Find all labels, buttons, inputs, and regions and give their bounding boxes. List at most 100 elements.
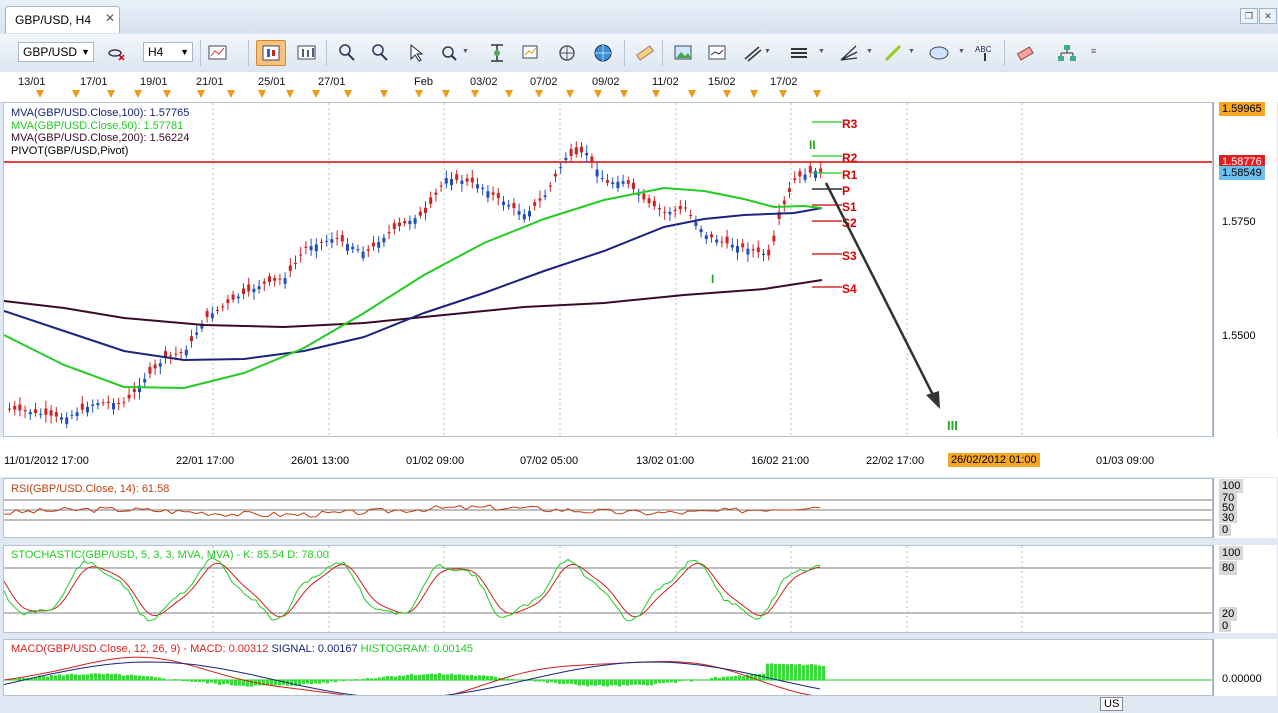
candle [569, 149, 573, 157]
macd-histogram-bar [66, 674, 69, 680]
wave-label: I [711, 272, 714, 286]
event-marker-icon[interactable] [779, 90, 787, 98]
stoch-tick: 20 [1219, 607, 1238, 621]
candle [517, 211, 521, 215]
fit-chart-icon[interactable] [486, 42, 508, 64]
candle [127, 394, 131, 399]
crosshair-icon[interactable] [556, 42, 578, 64]
chevron-down-icon[interactable]: ▼ [818, 48, 825, 55]
candle [80, 403, 84, 410]
close-window-icon[interactable]: ✕ [1259, 8, 1277, 24]
candle [273, 277, 277, 281]
symbol-tools-icon[interactable] [106, 42, 128, 64]
toolbar-separator [1004, 40, 1005, 66]
event-marker-icon[interactable] [505, 90, 513, 98]
event-marker-icon[interactable] [286, 90, 294, 98]
event-marker-icon[interactable] [594, 90, 602, 98]
event-marker-icon[interactable] [197, 90, 205, 98]
restore-icon[interactable]: ❐ [1240, 8, 1258, 24]
more-icon[interactable]: ≡ [1091, 46, 1096, 56]
pointer-icon[interactable] [405, 42, 427, 64]
chart-tab[interactable]: GBP/USD, H4 ✕ [5, 6, 120, 33]
candle [548, 185, 552, 187]
date-tick: 19/01 [140, 76, 168, 88]
candle [491, 192, 495, 195]
candle [34, 409, 37, 413]
event-marker-icon[interactable] [312, 90, 320, 98]
event-marker-icon[interactable] [750, 90, 758, 98]
candlestick-icon[interactable] [256, 40, 286, 66]
close-icon[interactable]: ✕ [105, 11, 115, 25]
event-marker-icon[interactable] [442, 90, 450, 98]
fan-icon[interactable] [838, 42, 860, 64]
macd-histogram-bar [462, 674, 465, 680]
trendline-icon[interactable] [742, 42, 764, 64]
template-icon[interactable] [706, 42, 728, 64]
zoom-rect-icon[interactable] [438, 42, 460, 64]
event-marker-icon[interactable] [652, 90, 660, 98]
picture-icon[interactable] [672, 42, 694, 64]
event-marker-icon[interactable] [380, 90, 388, 98]
macd-histogram-bar [106, 673, 109, 680]
pivot-label: P [842, 184, 850, 198]
event-marker-icon[interactable] [258, 90, 266, 98]
timeframe-select[interactable]: H4 ▼ [143, 42, 193, 62]
rsi-panel[interactable]: RSI(GBP/USD.Close, 14): 61.58 [3, 478, 1213, 538]
event-marker-icon[interactable] [813, 90, 821, 98]
event-marker-icon[interactable] [471, 90, 479, 98]
event-marker-icon[interactable] [134, 90, 142, 98]
globe-icon[interactable] [592, 42, 614, 64]
event-marker-icon[interactable] [163, 90, 171, 98]
candle [611, 182, 615, 185]
event-marker-icon[interactable] [415, 90, 423, 98]
horizontal-lines-icon[interactable] [788, 42, 810, 64]
event-marker-icon[interactable] [688, 90, 696, 98]
candle [179, 352, 183, 354]
macd-panel[interactable]: MACD(GBP/USD.Close, 12, 26, 9) - MACD: 0… [3, 639, 1213, 696]
macd-tick: 0.00000 [1222, 673, 1262, 685]
zoom-out-icon[interactable] [369, 42, 391, 64]
event-marker-icon[interactable] [107, 90, 115, 98]
candle [320, 241, 323, 243]
event-marker-icon[interactable] [227, 90, 235, 98]
chevron-down-icon[interactable]: ▼ [958, 48, 965, 55]
candle [554, 173, 557, 177]
time-tick: 01/02 09:00 [406, 455, 465, 467]
object-tree-icon[interactable] [1056, 42, 1078, 64]
chevron-down-icon[interactable]: ▼ [866, 48, 873, 55]
macd-histogram-bar [574, 680, 577, 685]
macd-histogram-bar [218, 680, 221, 685]
eraser-icon[interactable] [1014, 42, 1036, 64]
macd-histogram-bar [638, 680, 641, 685]
chevron-down-icon[interactable]: ▼ [908, 48, 915, 55]
macd-histogram-bar [326, 680, 329, 684]
candle [710, 234, 713, 238]
chevron-down-icon[interactable]: ▼ [764, 48, 771, 55]
language-indicator[interactable]: US [1100, 697, 1124, 711]
line-draw-icon[interactable] [882, 42, 904, 64]
indicators-icon[interactable] [520, 42, 542, 64]
macd-histogram-bar [134, 675, 137, 680]
bar-chart-icon[interactable] [296, 42, 318, 64]
event-marker-icon[interactable] [723, 90, 731, 98]
symbol-select[interactable]: GBP/USD ▼ [18, 42, 94, 62]
ruler-icon[interactable] [634, 42, 656, 64]
candle [507, 204, 511, 207]
stochastic-panel[interactable]: STOCHASTIC(GBP/USD, 5, 3, 3, MVA, MVA) -… [3, 545, 1213, 633]
price-chart[interactable]: R3 R2 R1 P S1 S2 S3 S4 I II III MVA(GBP/USD.Close,… [3, 102, 1213, 437]
candle [366, 249, 370, 251]
event-marker-icon[interactable] [535, 90, 543, 98]
ellipse-icon[interactable] [928, 42, 950, 64]
event-marker-icon[interactable] [36, 90, 44, 98]
chevron-down-icon[interactable]: ▼ [462, 48, 469, 55]
stochastic-label: STOCHASTIC(GBP/USD, 5, 3, 3, MVA, MVA) -… [11, 549, 329, 561]
event-marker-icon[interactable] [72, 90, 80, 98]
text-tool-icon[interactable]: ABC [974, 42, 996, 64]
event-marker-icon[interactable] [344, 90, 352, 98]
chart-type-icon[interactable] [207, 42, 229, 64]
macd-histogram-bar [310, 680, 313, 685]
macd-histogram-bar [430, 673, 433, 680]
event-marker-icon[interactable] [620, 90, 628, 98]
zoom-in-icon[interactable] [336, 42, 358, 64]
event-marker-icon[interactable] [566, 90, 574, 98]
